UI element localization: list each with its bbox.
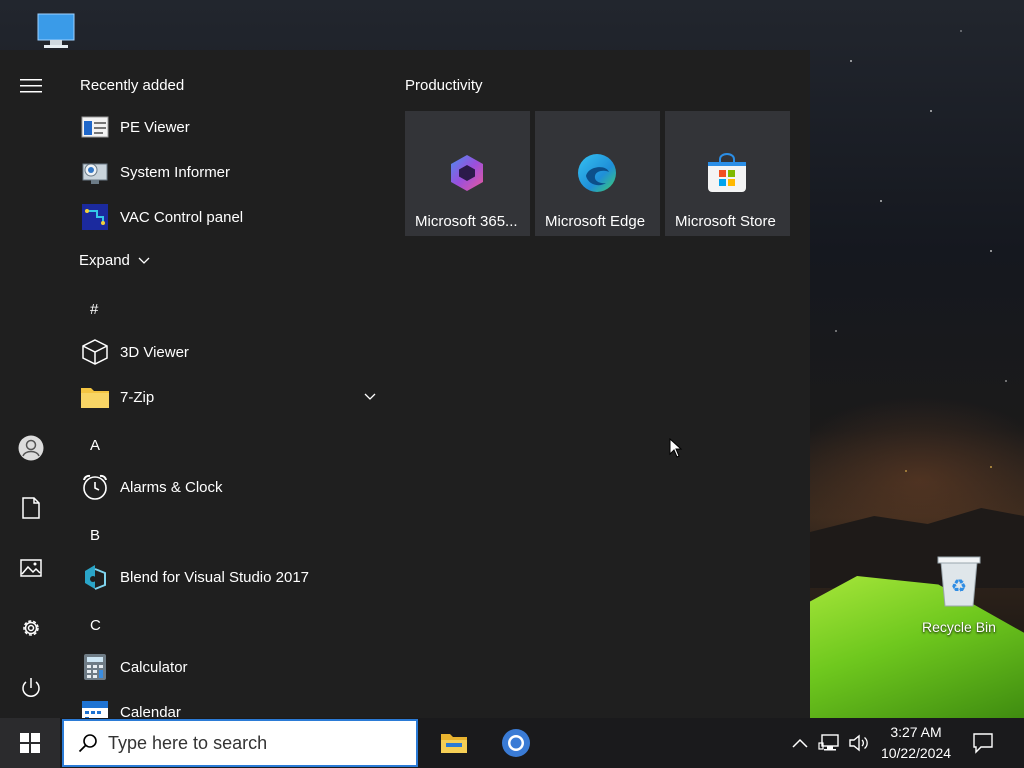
expand-recent-button[interactable]: Expand bbox=[79, 252, 150, 269]
app-item-vac-control-panel[interactable]: VAC Control panel bbox=[80, 197, 380, 237]
chrome-taskbar-button[interactable] bbox=[490, 718, 542, 768]
blend-icon bbox=[80, 562, 110, 592]
this-pc-desktop-icon[interactable] bbox=[34, 12, 76, 50]
network-icon bbox=[818, 734, 839, 751]
app-label: Calendar bbox=[120, 703, 181, 719]
power-icon bbox=[22, 678, 40, 697]
app-label: Calculator bbox=[120, 658, 188, 676]
start-menu-rail bbox=[0, 50, 62, 718]
app-item-calculator[interactable]: Calculator bbox=[80, 647, 380, 687]
clock-time: 3:27 AM bbox=[890, 724, 942, 740]
tile-microsoft-store[interactable]: Microsoft Store bbox=[665, 111, 790, 236]
file-explorer-taskbar-button[interactable] bbox=[428, 718, 480, 768]
search-input[interactable] bbox=[108, 732, 398, 754]
app-item-7-zip[interactable]: 7-Zip bbox=[80, 377, 380, 417]
vac-control-icon bbox=[80, 202, 110, 232]
clock-date: 10/22/2024 bbox=[880, 745, 952, 761]
start-menu: Recently added PE Viewer System Informer… bbox=[0, 50, 810, 718]
file-explorer-icon bbox=[441, 734, 467, 753]
tile-microsoft-edge[interactable]: Microsoft Edge bbox=[535, 111, 660, 236]
edge-icon bbox=[576, 152, 618, 194]
app-item-system-informer[interactable]: System Informer bbox=[80, 152, 380, 192]
app-list: Recently added PE Viewer System Informer… bbox=[62, 50, 390, 718]
svg-text:♻: ♻ bbox=[951, 576, 967, 597]
tile-label: Microsoft 365... bbox=[415, 213, 518, 230]
system-informer-icon bbox=[80, 157, 110, 187]
chevron-down-icon bbox=[138, 257, 150, 264]
pictures-button[interactable] bbox=[11, 548, 51, 588]
calculator-icon bbox=[80, 652, 110, 682]
app-label: PE Viewer bbox=[120, 118, 190, 136]
app-item-alarms-clock[interactable]: Alarms & Clock bbox=[80, 467, 380, 507]
tile-microsoft-365[interactable]: Microsoft 365... bbox=[405, 111, 530, 236]
recycle-bin-label: Recycle Bin bbox=[922, 619, 996, 635]
speaker-icon bbox=[849, 734, 868, 752]
app-label: 7-Zip bbox=[120, 388, 155, 406]
recycle-bin-icon: ♻ bbox=[937, 556, 981, 607]
chevron-down-icon[interactable] bbox=[364, 393, 376, 401]
letter-header-hash[interactable]: # bbox=[90, 301, 98, 318]
pe-viewer-icon bbox=[80, 112, 110, 142]
hamburger-icon bbox=[20, 79, 42, 93]
expand-label: Expand bbox=[79, 252, 130, 269]
start-button[interactable] bbox=[0, 718, 60, 768]
letter-header-c[interactable]: C bbox=[90, 617, 101, 634]
user-avatar-icon bbox=[18, 435, 44, 461]
gear-icon bbox=[23, 620, 39, 636]
picture-icon bbox=[20, 559, 42, 577]
hamburger-menu-button[interactable] bbox=[11, 66, 51, 106]
app-label: 3D Viewer bbox=[120, 343, 189, 361]
documents-button[interactable] bbox=[11, 488, 51, 528]
app-label: Blend for Visual Studio 2017 bbox=[120, 568, 310, 586]
volume-button[interactable] bbox=[847, 731, 871, 755]
settings-button[interactable] bbox=[11, 608, 51, 648]
network-button[interactable] bbox=[817, 731, 841, 755]
calendar-icon bbox=[80, 697, 110, 718]
alarm-clock-icon bbox=[80, 472, 110, 502]
tile-label: Microsoft Store bbox=[675, 213, 776, 230]
store-icon bbox=[706, 152, 748, 194]
app-label: VAC Control panel bbox=[120, 208, 244, 226]
app-item-calendar[interactable]: Calendar bbox=[80, 692, 380, 718]
tile-label: Microsoft Edge bbox=[545, 213, 646, 230]
power-button[interactable] bbox=[11, 668, 51, 708]
windows-logo-icon bbox=[20, 733, 40, 753]
mouse-cursor-icon bbox=[669, 438, 683, 458]
user-account-button[interactable] bbox=[11, 428, 51, 468]
taskbar-search-box[interactable] bbox=[62, 719, 418, 767]
app-label: System Informer bbox=[120, 163, 231, 181]
letter-header-b[interactable]: B bbox=[90, 527, 100, 544]
microsoft-365-icon bbox=[446, 152, 488, 194]
letter-header-a[interactable]: A bbox=[90, 437, 100, 454]
document-icon bbox=[22, 497, 40, 519]
action-center-button[interactable] bbox=[971, 731, 995, 755]
app-item-blend[interactable]: Blend for Visual Studio 2017 bbox=[80, 557, 380, 597]
tile-group-title[interactable]: Productivity bbox=[405, 77, 483, 94]
folder-icon bbox=[80, 382, 110, 412]
chrome-icon bbox=[502, 729, 530, 757]
chevron-up-icon bbox=[792, 738, 808, 748]
app-item-pe-viewer[interactable]: PE Viewer bbox=[80, 107, 380, 147]
recently-added-heading: Recently added bbox=[80, 77, 185, 94]
taskbar-clock[interactable]: 3:27 AM 10/22/2024 bbox=[874, 722, 958, 764]
app-item-3d-viewer[interactable]: 3D Viewer bbox=[80, 332, 380, 372]
tiles-area: Productivity Microsoft 365... Microsoft … bbox=[390, 50, 810, 718]
recycle-bin-desktop-icon[interactable]: ♻ Recycle Bin bbox=[918, 552, 1000, 635]
cube-icon bbox=[80, 337, 110, 367]
notification-icon bbox=[973, 733, 993, 754]
taskbar: 3:27 AM 10/22/2024 bbox=[0, 718, 1024, 768]
app-label: Alarms & Clock bbox=[120, 478, 223, 496]
show-hidden-icons-button[interactable] bbox=[788, 731, 812, 755]
search-icon bbox=[78, 734, 97, 753]
